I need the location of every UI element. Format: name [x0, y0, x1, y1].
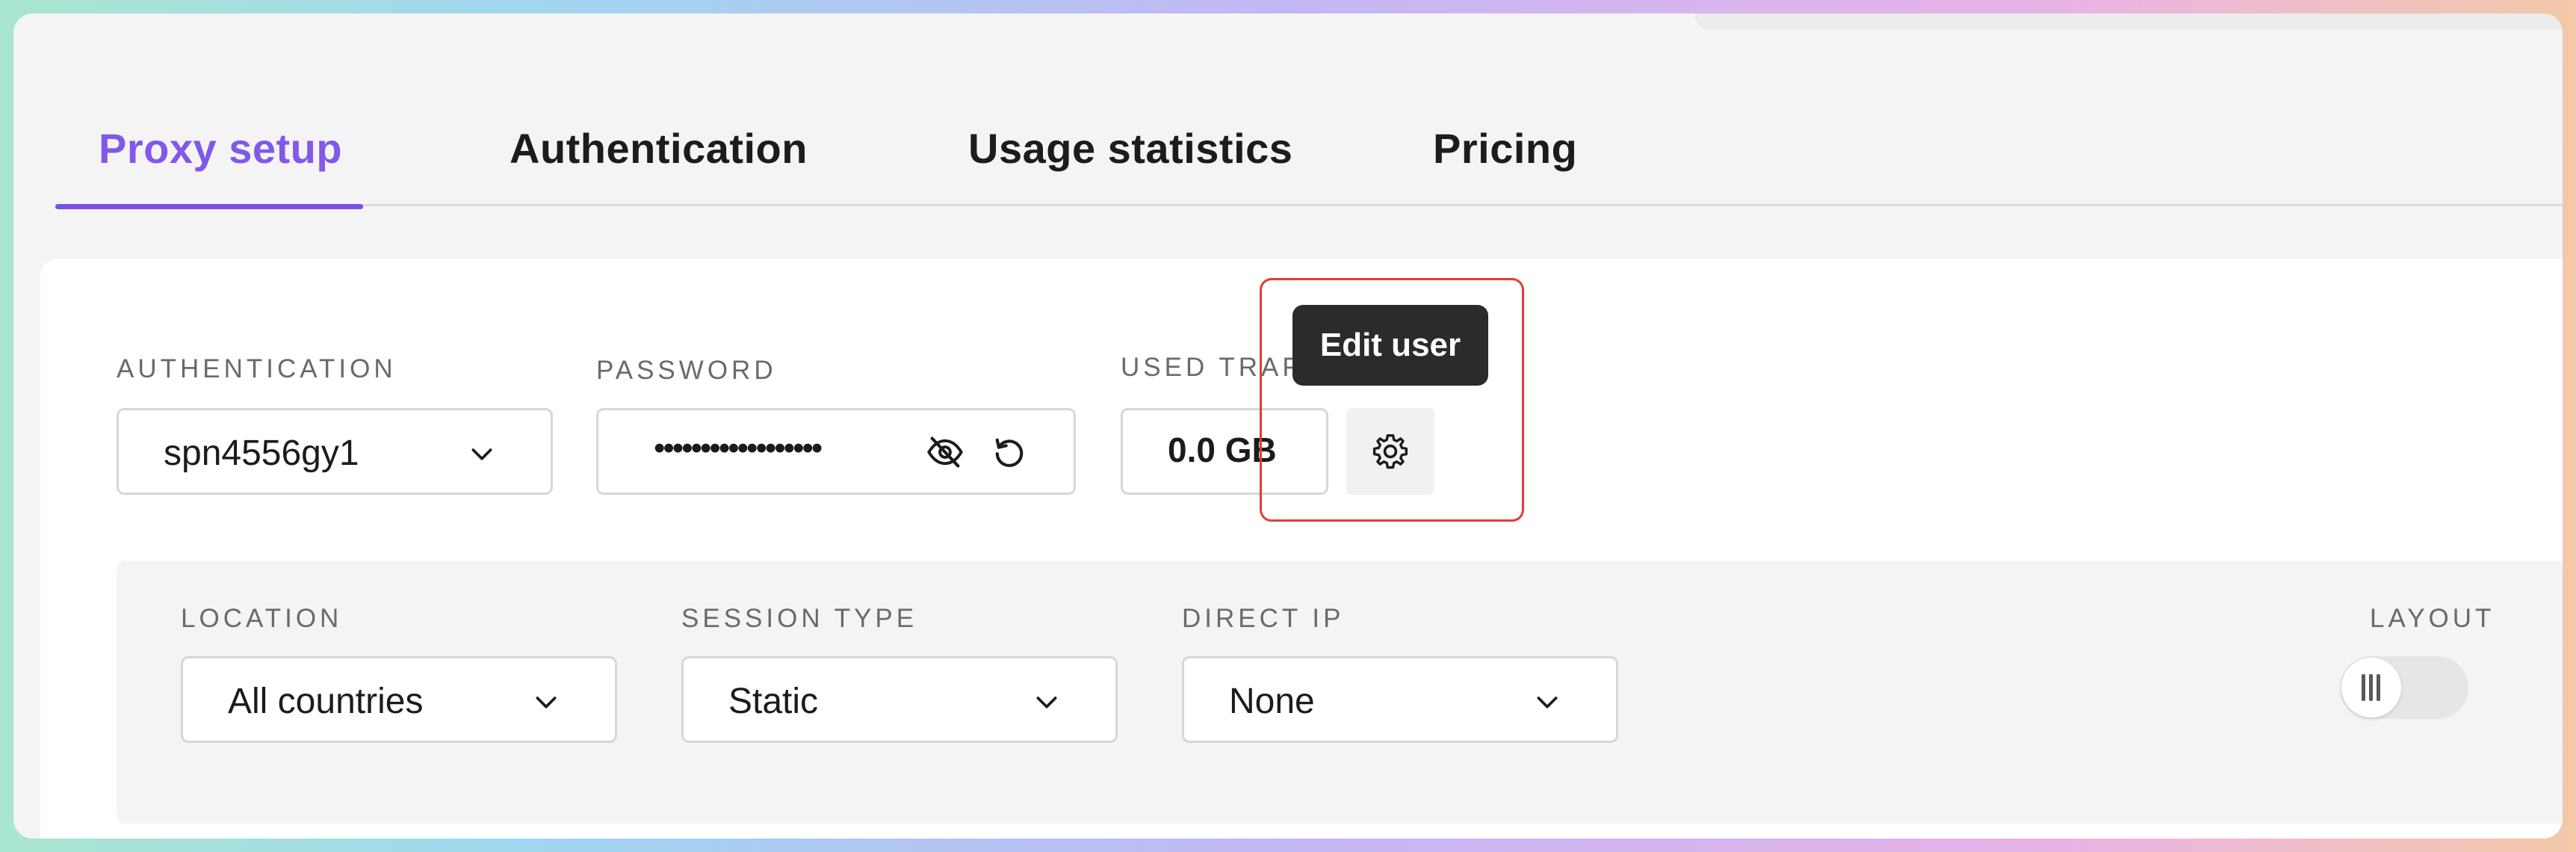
tab-pricing[interactable]: Pricing	[1433, 117, 1582, 206]
tab-label: Proxy setup	[99, 125, 343, 172]
password-field[interactable]: ••••••••••••••••••	[596, 408, 1076, 495]
layout-label: LAYOUT	[2370, 604, 2495, 633]
toggle-knob	[2341, 658, 2401, 717]
used-traffic-display: 0.0 GB	[1121, 408, 1328, 495]
authentication-label: AUTHENTICATION	[117, 354, 397, 383]
tab-label: Usage statistics	[968, 125, 1293, 172]
password-masked-value: ••••••••••••••••••	[654, 430, 823, 466]
used-traffic-label: USED TRAFFIC	[1121, 353, 1292, 382]
location-select[interactable]: All countries	[181, 656, 617, 743]
edit-user-tooltip: Edit user	[1292, 305, 1488, 386]
direct-ip-select[interactable]: None	[1182, 656, 1618, 743]
chevron-down-icon	[1036, 697, 1057, 709]
eye-off-icon[interactable]	[926, 433, 965, 472]
chevron-down-icon	[536, 697, 557, 709]
tab-label: Pricing	[1433, 125, 1578, 172]
authentication-value: spn4556gy1	[164, 433, 359, 473]
location-value: All countries	[228, 682, 424, 721]
direct-ip-label: DIRECT IP	[1182, 604, 1345, 633]
password-label: PASSWORD	[596, 356, 777, 385]
direct-ip-value: None	[1229, 682, 1315, 721]
proxy-setup-card: AUTHENTICATION spn4556gy1 PASSWORD •••••…	[40, 259, 2563, 839]
edit-user-button[interactable]	[1346, 408, 1434, 495]
tab-usage-statistics[interactable]: Usage statistics	[968, 117, 1293, 206]
tab-label: Authentication	[510, 125, 808, 172]
authentication-select[interactable]: spn4556gy1	[117, 408, 553, 495]
app-window: Proxy setup Authentication Usage statist…	[13, 13, 2563, 839]
layout-toggle[interactable]	[2340, 656, 2468, 719]
refresh-icon[interactable]	[990, 433, 1029, 472]
proxy-options-panel: LOCATION All countries SESSION TYPE Stat…	[117, 561, 2563, 824]
session-type-label: SESSION TYPE	[681, 604, 918, 633]
session-type-select[interactable]: Static	[681, 656, 1118, 743]
tab-proxy-setup[interactable]: Proxy setup	[55, 117, 363, 209]
location-label: LOCATION	[181, 604, 343, 633]
used-traffic-value: 0.0 GB	[1168, 430, 1277, 469]
tab-authentication[interactable]: Authentication	[510, 117, 823, 206]
gear-icon	[1372, 433, 1408, 469]
session-type-value: Static	[728, 682, 819, 721]
tab-bar: Proxy setup Authentication Usage statist…	[55, 117, 2563, 209]
chevron-down-icon	[471, 448, 492, 460]
chevron-down-icon	[1537, 697, 1558, 709]
